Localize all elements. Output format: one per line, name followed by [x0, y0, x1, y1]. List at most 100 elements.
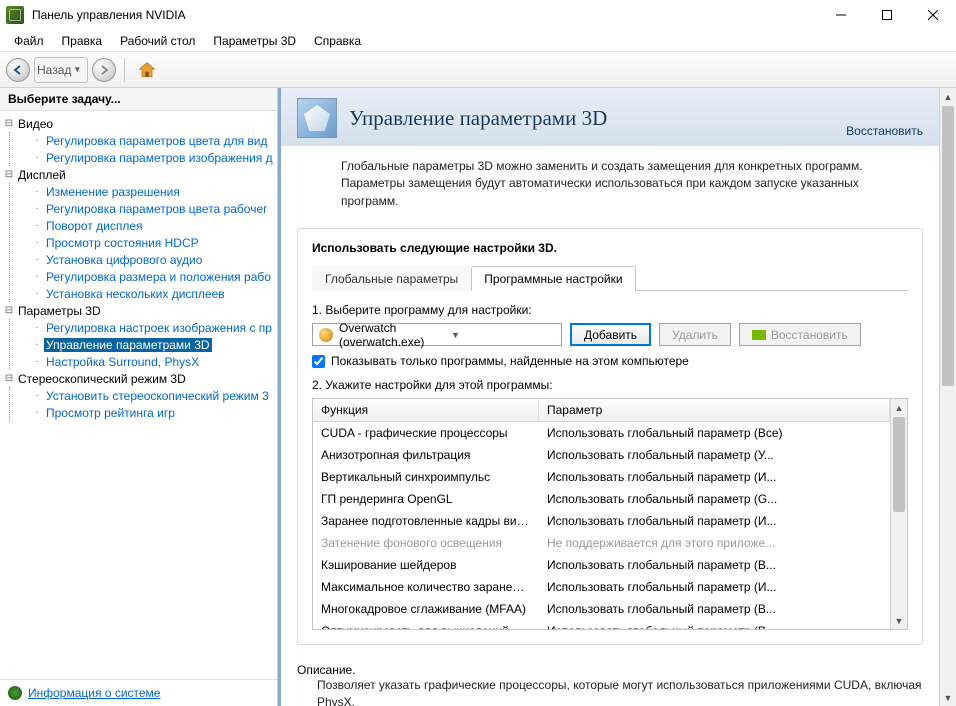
- tree-item[interactable]: ·Регулировка настроек изображения с пр: [26, 319, 275, 336]
- tree-item[interactable]: ·Просмотр состояния HDCP: [26, 234, 275, 251]
- tree-item[interactable]: ·Установка нескольких дисплеев: [26, 285, 275, 302]
- table-row[interactable]: Вертикальный синхроимпульсИспользовать г…: [313, 466, 890, 488]
- tree-item-label[interactable]: Регулировка размера и положения рабо: [44, 270, 273, 284]
- forward-button[interactable]: [92, 58, 116, 82]
- menu-2[interactable]: Рабочий стол: [112, 32, 203, 50]
- cell-parameter: Использовать глобальный параметр (В...: [539, 600, 890, 618]
- content-pane: Управление параметрами 3D Восстановить Г…: [278, 88, 939, 706]
- home-button[interactable]: [133, 56, 161, 84]
- tree-bullet-icon: ·: [30, 254, 44, 265]
- cell-function: Заранее подготовленные кадры вирту...: [313, 512, 539, 530]
- collapse-icon[interactable]: ⊟: [2, 305, 16, 316]
- scroll-down-icon[interactable]: ▼: [940, 689, 956, 706]
- tab-program[interactable]: Программные настройки: [471, 266, 635, 291]
- table-row[interactable]: CUDA - графические процессорыИспользоват…: [313, 422, 890, 444]
- description-block: Описание. Позволяет указать графические …: [281, 655, 939, 706]
- collapse-icon[interactable]: ⊟: [2, 169, 16, 180]
- tree-group[interactable]: ⊟Стереоскопический режим 3D: [2, 370, 275, 387]
- table-row[interactable]: Заранее подготовленные кадры вирту...Исп…: [313, 510, 890, 532]
- tree-item[interactable]: ·Поворот дисплея: [26, 217, 275, 234]
- tree-item[interactable]: ·Установка цифрового аудио: [26, 251, 275, 268]
- tree-item-label[interactable]: Поворот дисплея: [44, 219, 145, 233]
- col-header-function[interactable]: Функция: [313, 399, 539, 421]
- restore-defaults-link[interactable]: Восстановить: [846, 124, 923, 138]
- tree-item[interactable]: ·Регулировка параметров цвета рабочег: [26, 200, 275, 217]
- tree-item-label[interactable]: Регулировка настроек изображения с пр: [44, 321, 274, 335]
- menu-bar: ФайлПравкаРабочий столПараметры 3DСправк…: [0, 30, 956, 52]
- maximize-button[interactable]: [864, 0, 910, 30]
- table-row[interactable]: Затенение фонового освещенияНе поддержив…: [313, 532, 890, 554]
- tree-group[interactable]: ⊟Дисплей: [2, 166, 275, 183]
- table-row[interactable]: Максимальное количество заранее под...Ис…: [313, 576, 890, 598]
- tree-item-label[interactable]: Регулировка параметров цвета для вид: [44, 134, 269, 148]
- tree-item-label[interactable]: Регулировка параметров цвета рабочег: [44, 202, 270, 216]
- menu-0[interactable]: Файл: [6, 32, 52, 50]
- tree-group-label[interactable]: Стереоскопический режим 3D: [16, 372, 188, 386]
- step1-label: 1. Выберите программу для настройки:: [312, 303, 908, 317]
- cell-function: Кэширование шейдеров: [313, 556, 539, 574]
- content-scrollbar[interactable]: ▲ ▼: [939, 88, 956, 706]
- tree-group-label[interactable]: Видео: [16, 117, 55, 131]
- tree-group[interactable]: ⊟Видео: [2, 115, 275, 132]
- scroll-up-icon[interactable]: ▲: [891, 399, 907, 416]
- table-scrollbar[interactable]: ▲ ▼: [890, 399, 907, 629]
- collapse-icon[interactable]: ⊟: [2, 373, 16, 384]
- tree-item[interactable]: ·Изменение разрешения: [26, 183, 275, 200]
- scroll-up-icon[interactable]: ▲: [940, 88, 956, 105]
- minimize-button[interactable]: [818, 0, 864, 30]
- collapse-icon[interactable]: ⊟: [2, 118, 16, 129]
- tree-item[interactable]: ·Регулировка размера и положения рабо: [26, 268, 275, 285]
- table-row[interactable]: Кэширование шейдеровИспользовать глобаль…: [313, 554, 890, 576]
- tree-item[interactable]: ·Управление параметрами 3D: [26, 336, 275, 353]
- tab-global[interactable]: Глобальные параметры: [312, 266, 471, 291]
- table-row[interactable]: Многокадровое сглаживание (MFAA)Использо…: [313, 598, 890, 620]
- tree-item-label[interactable]: Изменение разрешения: [44, 185, 182, 199]
- col-header-parameter[interactable]: Параметр: [539, 399, 890, 421]
- back-dropdown[interactable]: Назад ▼: [34, 57, 88, 83]
- scroll-thumb[interactable]: [942, 106, 954, 386]
- back-button[interactable]: [6, 58, 30, 82]
- sidebar: Выберите задачу... ⊟Видео·Регулировка па…: [0, 88, 278, 706]
- tree-item-label[interactable]: Установка цифрового аудио: [44, 253, 204, 267]
- cell-parameter: Использовать глобальный параметр (В...: [539, 622, 890, 629]
- tree-group-label[interactable]: Параметры 3D: [16, 304, 103, 318]
- menu-3[interactable]: Параметры 3D: [205, 32, 304, 50]
- menu-4[interactable]: Справка: [306, 32, 369, 50]
- tree-group-label[interactable]: Дисплей: [16, 168, 68, 182]
- program-select[interactable]: Overwatch (overwatch.exe) ▼: [312, 323, 562, 346]
- system-info-bar: Информация о системе: [0, 679, 277, 706]
- tree-item-label[interactable]: Просмотр состояния HDCP: [44, 236, 201, 250]
- table-row[interactable]: ГП рендеринга OpenGLИспользовать глобаль…: [313, 488, 890, 510]
- tree-item-label[interactable]: Просмотр рейтинга игр: [44, 406, 177, 420]
- cell-function: Анизотропная фильтрация: [313, 446, 539, 464]
- tree-item-label[interactable]: Регулировка параметров изображения д: [44, 151, 275, 165]
- tree-item-label[interactable]: Установить стереоскопический режим 3: [44, 389, 271, 403]
- task-header: Выберите задачу...: [0, 88, 277, 111]
- table-row[interactable]: Анизотропная фильтрацияИспользовать глоб…: [313, 444, 890, 466]
- menu-1[interactable]: Правка: [54, 32, 111, 50]
- close-button[interactable]: [910, 0, 956, 30]
- scroll-thumb[interactable]: [893, 417, 905, 512]
- tree-item-label[interactable]: Управление параметрами 3D: [44, 338, 212, 352]
- table-row[interactable]: Оптимизировать для вычисленийИспользоват…: [313, 620, 890, 629]
- tree-bullet-icon: ·: [30, 186, 44, 197]
- tree-item-label[interactable]: Установка нескольких дисплеев: [44, 287, 227, 301]
- cell-parameter: Использовать глобальный параметр (И...: [539, 578, 890, 596]
- section-title: Использовать следующие настройки 3D.: [312, 241, 908, 255]
- show-only-found-checkbox[interactable]: Показывать только программы, найденные н…: [312, 354, 908, 368]
- tree-item[interactable]: ·Регулировка параметров цвета для вид: [26, 132, 275, 149]
- add-button[interactable]: Добавить: [570, 323, 651, 346]
- tree-item-label[interactable]: Настройка Surround, PhysX: [44, 355, 201, 369]
- cell-function: Оптимизировать для вычислений: [313, 622, 539, 629]
- system-info-link[interactable]: Информация о системе: [28, 686, 160, 700]
- scroll-down-icon[interactable]: ▼: [891, 612, 907, 629]
- overwatch-icon: [319, 328, 333, 342]
- cell-parameter: Использовать глобальный параметр (У...: [539, 446, 890, 464]
- tree-group[interactable]: ⊟Параметры 3D: [2, 302, 275, 319]
- tree-item[interactable]: ·Установить стереоскопический режим 3: [26, 387, 275, 404]
- description-label: Описание.: [297, 663, 923, 677]
- tree-item[interactable]: ·Просмотр рейтинга игр: [26, 404, 275, 421]
- tree-item[interactable]: ·Регулировка параметров изображения д: [26, 149, 275, 166]
- tree-item[interactable]: ·Настройка Surround, PhysX: [26, 353, 275, 370]
- checkbox-input[interactable]: [312, 355, 325, 368]
